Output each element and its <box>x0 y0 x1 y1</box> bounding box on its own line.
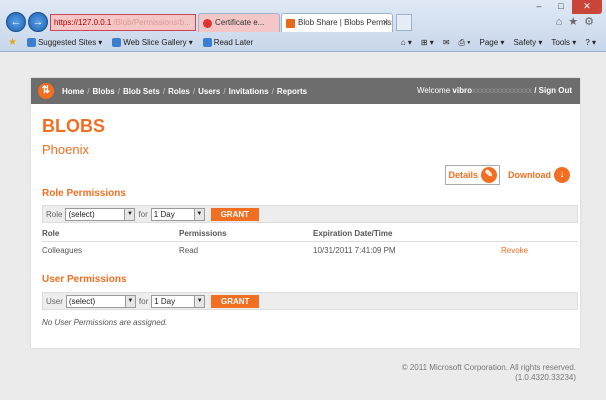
tab-close-icon[interactable]: ✕ <box>382 14 389 32</box>
welcome-user: vibro <box>452 86 472 95</box>
new-tab-button[interactable] <box>396 14 412 31</box>
role-grant-form: Role (select) ▼ for 1 Day ▼ GRANT <box>42 205 578 223</box>
close-icon[interactable]: ✕ <box>572 0 602 14</box>
nav-blobs[interactable]: Blobs <box>92 87 114 96</box>
column-header: Expiration Date/Time <box>313 229 393 238</box>
favorites-star-icon[interactable]: ★ <box>8 37 17 48</box>
user-grant-form: User (select) ▼ for 1 Day ▼ GRANT <box>42 292 578 310</box>
window-controls: – □ ✕ <box>528 0 602 14</box>
details-button[interactable]: Details ✎ <box>445 165 500 185</box>
top-nav: ⇅ Home / Blobs / Blob Sets / Roles / Users / … <box>31 78 580 104</box>
tab-label: Certificate e... <box>215 18 265 27</box>
user-grant-button[interactable]: GRANT <box>211 294 260 308</box>
footer: © 2011 Microsoft Corporation. All rights… <box>402 363 576 383</box>
download-button[interactable]: Download ↓ <box>508 167 570 183</box>
welcome-label: Welcome <box>416 86 451 95</box>
minimize-icon[interactable]: – <box>528 0 550 14</box>
gear-icon[interactable]: ⚙ <box>584 16 600 28</box>
role-permissions-heading: Role Permissions <box>42 188 126 199</box>
nav-blob-sets[interactable]: Blob Sets <box>123 87 160 96</box>
nav-links: Home / Blobs / Blob Sets / Roles / Users / In… <box>62 86 308 96</box>
tab-certificate[interactable]: Certificate e... <box>198 13 280 32</box>
mail-icon[interactable]: ✉ <box>443 38 450 47</box>
address-url: https://127.0.0.1 <box>54 18 112 27</box>
back-button[interactable]: ← <box>6 12 26 32</box>
empty-user-permissions-message: No User Permissions are assigned. <box>42 318 168 327</box>
address-path: /Blob/Permissions/b... <box>113 18 191 27</box>
command-bar: ⌂ ▾ ⊞ ▾ ✉ ⎙ ▾ Page ▾ Safety ▾ Tools ▾ ? … <box>401 34 596 51</box>
web-slice-icon <box>112 38 122 47</box>
favorites-icon[interactable]: ★ <box>568 16 584 28</box>
menu-page[interactable]: Page ▾ <box>480 38 505 47</box>
blob-share-logo-icon[interactable]: ⇅ <box>38 83 54 99</box>
bookmark-icon <box>202 38 212 47</box>
welcome-area: Welcome vibroxxxxxxxxxxxxxxx / Sign Out <box>416 86 572 95</box>
copyright-text: © 2011 Microsoft Corporation. All rights… <box>401 363 576 372</box>
nav-roles[interactable]: Roles <box>168 87 190 96</box>
blob-actions: Details ✎ Download ↓ <box>445 165 570 185</box>
table-row: Colleagues Read 10/31/2011 7:41:09 PM Re… <box>42 242 578 258</box>
role-grant-button[interactable]: GRANT <box>210 207 259 221</box>
blob-name: Phoenix <box>42 142 89 157</box>
browser-chrome: – □ ✕ ← → https://127.0.0.1 /Blob/Permis… <box>0 0 606 52</box>
feeds-icon[interactable]: ⊞ ▾ <box>421 38 434 47</box>
expiration-cell: 10/31/2011 7:41:09 PM <box>313 245 396 255</box>
for-label: for <box>138 209 148 219</box>
home-icon[interactable]: ⌂ <box>556 16 569 28</box>
chevron-down-icon: ▼ <box>124 208 135 220</box>
nav-invitations[interactable]: Invitations <box>229 87 269 96</box>
address-bar[interactable]: https://127.0.0.1 /Blob/Permissions/b... <box>50 14 196 31</box>
content-card: ⇅ Home / Blobs / Blob Sets / Roles / Users / … <box>31 78 580 348</box>
forward-button[interactable]: → <box>28 12 48 32</box>
print-icon[interactable]: ⎙ ▾ <box>459 38 471 48</box>
welcome-user-redacted: xxxxxxxxxxxxxxx <box>471 86 532 95</box>
user-select[interactable]: (select) ▼ <box>65 294 136 308</box>
menu-safety[interactable]: Safety ▾ <box>513 38 542 47</box>
nav-users[interactable]: Users <box>198 87 220 96</box>
column-header: Role <box>42 229 60 238</box>
page-title: BLOBS <box>42 116 105 136</box>
chevron-down-icon: ▼ <box>193 208 204 220</box>
favorite-suggested-sites[interactable]: Suggested Sites ▾ <box>26 38 102 47</box>
role-label: Role <box>46 209 63 219</box>
favorite-read-later[interactable]: Read Later <box>202 38 253 47</box>
user-duration-select[interactable]: 1 Day ▼ <box>151 294 206 308</box>
pencil-icon: ✎ <box>481 167 497 183</box>
role-cell: Colleagues <box>42 245 83 255</box>
user-permissions-heading: User Permissions <box>42 274 127 285</box>
role-select[interactable]: (select) ▼ <box>65 207 136 221</box>
sign-out-link[interactable]: Sign Out <box>539 86 572 95</box>
menu-tools[interactable]: Tools ▾ <box>551 38 576 47</box>
help-icon[interactable]: ? ▾ <box>585 38 596 47</box>
home-command-icon[interactable]: ⌂ ▾ <box>401 38 412 47</box>
user-label: User <box>46 296 63 306</box>
tab-blob-share[interactable]: Blob Share | Blobs Permissi... ✕ <box>281 13 393 32</box>
download-arrow-icon: ↓ <box>554 167 570 183</box>
role-duration-select[interactable]: 1 Day ▼ <box>150 207 205 221</box>
browser-toolbar-icons: ⌂★⚙ <box>556 15 600 28</box>
permissions-cell: Read <box>179 245 199 255</box>
for-label: for <box>138 296 149 306</box>
column-header: Permissions <box>179 229 227 238</box>
maximize-icon[interactable]: □ <box>550 0 572 14</box>
nav-home[interactable]: Home <box>62 87 84 96</box>
site-favicon-icon <box>286 19 295 28</box>
chevron-down-icon: ▼ <box>124 295 135 307</box>
chevron-down-icon: ▼ <box>194 295 205 307</box>
page-area: ⇅ Home / Blobs / Blob Sets / Roles / Users / … <box>0 52 606 400</box>
table-header: Role Permissions Expiration Date/Time <box>42 226 578 242</box>
version-text: (1.0.4320.33234) <box>515 373 576 382</box>
ie-icon <box>26 38 36 47</box>
certificate-error-icon <box>203 19 212 28</box>
role-permissions-table: Role Permissions Expiration Date/Time Co… <box>42 226 578 258</box>
nav-reports[interactable]: Reports <box>277 87 307 96</box>
tab-label: Blob Share | Blobs Permissi... <box>298 18 392 27</box>
favorite-web-slice-gallery[interactable]: Web Slice Gallery ▾ <box>112 38 193 47</box>
revoke-link[interactable]: Revoke <box>501 246 578 255</box>
